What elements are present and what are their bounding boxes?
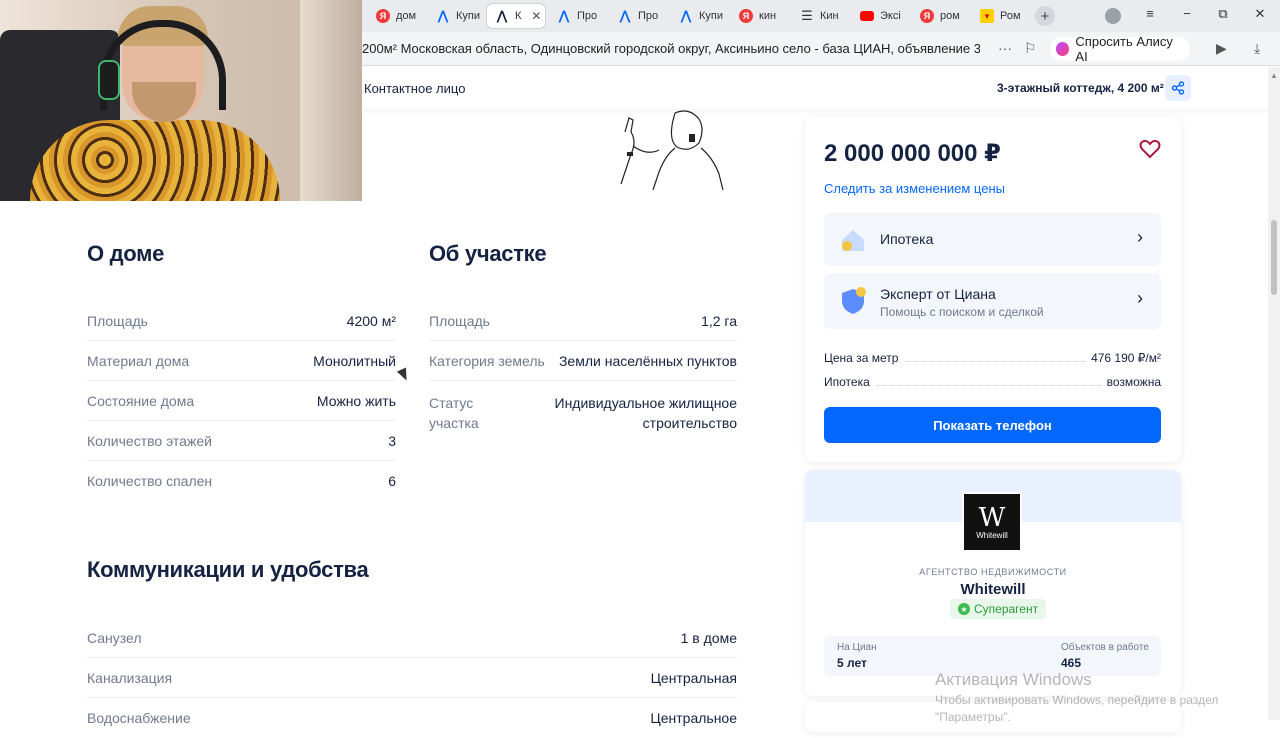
house-row-area: Площадь 4200 м² (87, 313, 396, 341)
shield-expert-icon (842, 287, 866, 314)
tab-active-cian[interactable]: ⋀ К ✕ (487, 4, 545, 28)
chevron-right-icon: › (1137, 227, 1143, 247)
ask-alice-button[interactable]: Спросить Алису AI (1050, 34, 1190, 64)
house-row-floors: Количество этажей 3 (87, 433, 396, 461)
follow-price-link[interactable]: Следить за изменением цены (824, 181, 1005, 196)
listing-title: 3-этажный коттедж, 4 200 м² (997, 81, 1164, 95)
plot-row-status: Статус участка Индивидуальное жилищное с… (429, 395, 737, 431)
cian-icon: ⋀ (680, 8, 692, 23)
scroll-thumb[interactable] (1271, 220, 1277, 295)
house-row-material: Материал дома Монолитный (87, 353, 396, 381)
tab-kino-2[interactable]: ☰ Кин (792, 4, 850, 28)
mortgage-service[interactable]: Ипотека › (824, 213, 1161, 266)
menu-icon: ☰ (801, 8, 813, 23)
plot-heading: Об участке (429, 241, 547, 266)
star-icon: ★ (958, 603, 970, 615)
superagent-badge: ★ Суперагент (950, 599, 1047, 619)
tab-youtube[interactable]: Эксі (852, 4, 910, 28)
plot-row-area: Площадь 1,2 га (429, 313, 737, 341)
mouse-cursor-icon (396, 367, 412, 383)
price: 2 000 000 000 ₽ (824, 140, 1001, 167)
webcam-overlay (0, 0, 362, 201)
show-phone-button[interactable]: Показать телефон (824, 407, 1161, 443)
agency-name[interactable]: Whitewill (805, 581, 1181, 598)
yandex-icon: Я (376, 9, 390, 23)
comm-row-water: Водоснабжение Центральное (87, 710, 737, 726)
tab-rom[interactable]: Я ром (912, 4, 970, 28)
download-icon[interactable]: ⤓ (1254, 40, 1260, 57)
objects-stat: Объектов в работе 465 (1061, 642, 1149, 670)
tab-rom-2[interactable]: ▾ Ром (972, 4, 1030, 28)
cian-icon: ⋀ (619, 8, 631, 23)
price-card: 2 000 000 000 ₽ Следить за изменением це… (805, 117, 1181, 462)
agency-type: АГЕНТСТВО НЕДВИЖИМОСТИ (919, 567, 1067, 577)
tab-cian-kupit-2[interactable]: ⋀ Купи (671, 4, 729, 28)
house-heading: О доме (87, 241, 165, 266)
price-per-meter: Цена за метр 476 190 ₽/м² (824, 351, 1161, 365)
mortgage-availability: Ипотека возможна (824, 375, 1161, 389)
chevron-right-icon: › (1137, 288, 1143, 308)
close-tab-icon[interactable]: ✕ (531, 9, 541, 23)
communications-heading: Коммуникации и удобства (87, 557, 369, 582)
yandex-icon: Я (920, 9, 934, 23)
person-illustration (620, 110, 724, 190)
cian-icon: ⋀ (437, 8, 449, 23)
cian-icon: ⋀ (496, 8, 508, 23)
restore-icon[interactable]: ⧉ (1211, 6, 1235, 22)
agency-card: W Whitewill АГЕНТСТВО НЕДВИЖИМОСТИ White… (805, 470, 1181, 696)
house-row-condition: Состояние дома Можно жить (87, 393, 396, 421)
profile-avatar[interactable] (1105, 8, 1121, 24)
page-scrollbar[interactable]: ▲ (1268, 67, 1280, 720)
close-window-icon[interactable]: ✕ (1248, 6, 1272, 22)
minimize-icon[interactable]: − (1175, 6, 1199, 21)
alice-icon (1056, 42, 1070, 56)
yandex-icon: Я (739, 9, 753, 23)
house-coin-icon (842, 230, 864, 251)
house-row-bedrooms: Количество спален 6 (87, 473, 396, 489)
address-text[interactable]: 200м² Московская область, Одинцовский го… (362, 41, 980, 56)
bookmark-icon[interactable]: ⚐ (1024, 40, 1037, 57)
tab-dom[interactable]: Я дом (368, 4, 426, 28)
contact-person-link[interactable]: Контактное лицо (364, 81, 465, 96)
share-icon (1171, 81, 1185, 95)
tab-kino[interactable]: Я кин (731, 4, 789, 28)
more-icon[interactable]: ··· (998, 40, 1012, 56)
share-button[interactable] (1165, 75, 1191, 101)
comm-row-bathroom: Санузел 1 в доме (87, 630, 737, 658)
menu-icon[interactable]: ≡ (1138, 6, 1162, 21)
tab-cian-kupit[interactable]: ⋀ Купи (428, 4, 486, 28)
on-cian-stat: На Циан 5 лет (837, 642, 877, 670)
tab-cian-pro-2[interactable]: ⋀ Про (610, 4, 668, 28)
windows-activation-watermark: Активация Windows Чтобы активировать Win… (935, 670, 1219, 724)
cian-icon: ⋀ (558, 8, 570, 23)
tab-cian-pro-1[interactable]: ⋀ Про (549, 4, 607, 28)
rom-icon: ▾ (980, 9, 994, 23)
favorite-heart-icon[interactable] (1139, 139, 1161, 159)
agency-logo[interactable]: W Whitewill (962, 492, 1022, 552)
comm-row-sewerage: Канализация Центральная (87, 670, 737, 698)
play-icon[interactable]: ▶ (1216, 40, 1227, 57)
youtube-icon (860, 11, 874, 21)
expert-service[interactable]: Эксперт от Циана Помощь с поиском и сдел… (824, 273, 1161, 329)
plot-row-category: Категория земель Земли населённых пунктов (429, 353, 737, 381)
scroll-up-icon[interactable]: ▲ (1270, 71, 1278, 80)
new-tab-button[interactable]: + (1035, 6, 1055, 26)
